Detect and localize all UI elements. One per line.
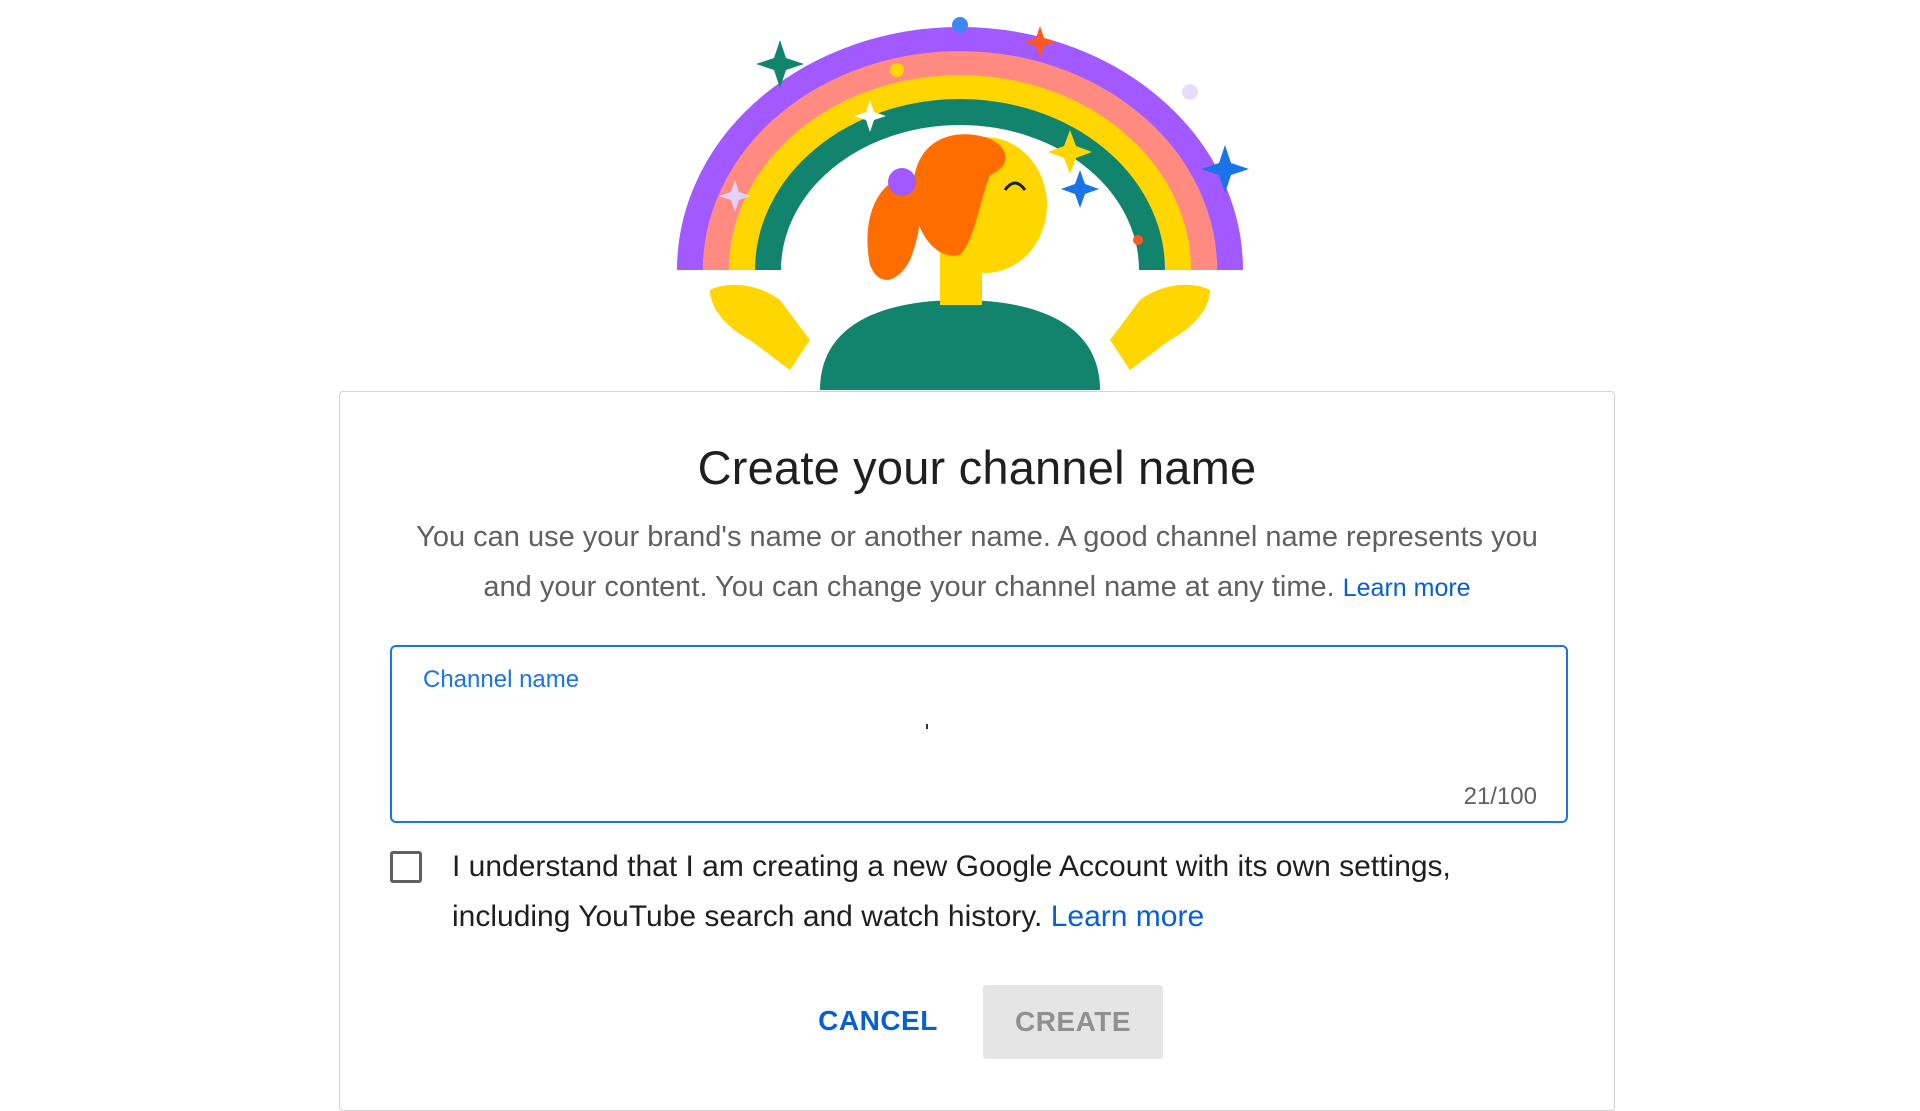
cancel-button[interactable]: CANCEL — [802, 985, 954, 1057]
channel-name-label: Channel name — [423, 666, 580, 693]
agreement-text: I understand that I am creating a new Go… — [452, 842, 1554, 942]
agreement-checkbox[interactable] — [390, 851, 422, 883]
agreement-learn-more-link[interactable]: Learn more — [1051, 900, 1204, 933]
agreement-label: I understand that I am creating a new Go… — [452, 850, 1451, 933]
rainbow-person-illustration — [677, 17, 1249, 390]
create-button[interactable]: CREATE — [983, 985, 1163, 1059]
dialog-title: Create your channel name — [697, 441, 1257, 494]
channel-name-field[interactable]: Channel name 21/100 — [390, 645, 1568, 823]
character-counter: 21/100 — [1463, 783, 1537, 810]
create-channel-dialog: Create your channel name You can use you… — [339, 391, 1615, 1111]
dialog-description: You can use your brand's name or another… — [395, 512, 1559, 613]
description-learn-more-link[interactable]: Learn more — [1343, 574, 1471, 602]
text-caret — [926, 724, 928, 729]
channel-name-input[interactable] — [421, 709, 1537, 753]
